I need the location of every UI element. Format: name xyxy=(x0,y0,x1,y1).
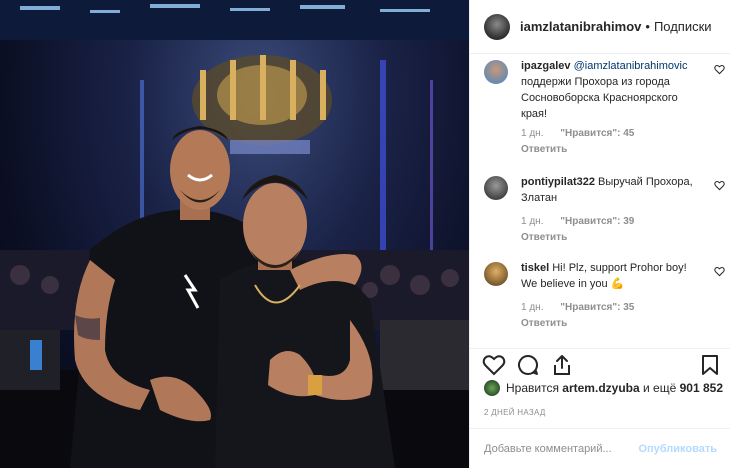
add-comment-bar: Добавьте комментарий... Опубликовать xyxy=(470,428,730,468)
commenter-avatar[interactable] xyxy=(484,262,508,286)
commenter-username[interactable]: ipazgalev xyxy=(521,60,571,72)
comment-likes-count[interactable]: "Нравится": 39 xyxy=(560,216,634,227)
reply-button[interactable]: Ответить xyxy=(521,318,567,329)
comments-list: ipazgalev @iamzlatanibrahimovic поддержи… xyxy=(470,54,730,348)
comment-meta: 1 дн. "Нравится": 35 xyxy=(521,302,648,313)
comment-body: ipazgalev @iamzlatanibrahimovic поддержи… xyxy=(521,58,706,122)
like-comment-heart-icon[interactable] xyxy=(714,266,725,277)
like-heart-icon[interactable] xyxy=(482,353,506,377)
commenter-username[interactable]: pontiypilat322 xyxy=(521,176,595,188)
comment-bubble-icon[interactable] xyxy=(516,353,540,377)
comment-text: поддержи Прохора из города Сосновоборска… xyxy=(521,76,678,120)
likes-prefix: Нравится xyxy=(506,381,559,395)
post-actions-bar xyxy=(470,348,730,378)
photo-illustration xyxy=(0,0,469,468)
comment-mention[interactable]: @iamzlatanibrahimovic xyxy=(574,60,688,72)
post-photo[interactable] xyxy=(0,0,469,468)
likes-count[interactable]: 901 852 xyxy=(680,381,723,395)
publish-button[interactable]: Опубликовать xyxy=(638,443,717,455)
liker-username[interactable]: artem.dzyuba xyxy=(562,381,639,395)
likes-middle: и ещё xyxy=(643,381,677,395)
like-comment-heart-icon[interactable] xyxy=(714,64,725,75)
post-header: iamzlatanibrahimov • Подписки xyxy=(470,0,730,54)
commenter-avatar[interactable] xyxy=(484,60,508,84)
comment-body: pontiypilat322 Выручай Прохора, Златан xyxy=(521,174,706,206)
follow-status-button[interactable]: Подписки xyxy=(654,19,712,34)
post-timestamp[interactable]: 2 ДНЕЙ НАЗАД xyxy=(484,408,546,417)
comment-likes-count[interactable]: "Нравится": 35 xyxy=(560,302,634,313)
likes-summary: Нравится artem.dzyuba и ещё 901 852 xyxy=(484,380,723,396)
commenter-username[interactable]: tiskel xyxy=(521,262,549,274)
share-icon[interactable] xyxy=(550,353,574,377)
comment-body: tiskel Hi! Plz, support Prohor boy! We b… xyxy=(521,260,706,292)
like-comment-heart-icon[interactable] xyxy=(714,180,725,191)
reply-button[interactable]: Ответить xyxy=(521,232,567,243)
commenter-avatar[interactable] xyxy=(484,176,508,200)
post-sidebar: iamzlatanibrahimov • Подписки ipazgalev … xyxy=(469,0,730,468)
comment-age: 1 дн. xyxy=(521,128,544,139)
comment-age: 1 дн. xyxy=(521,302,544,313)
reply-button[interactable]: Ответить xyxy=(521,144,567,155)
comment-meta: 1 дн. "Нравится": 39 xyxy=(521,216,648,227)
comment-meta: 1 дн. "Нравится": 45 xyxy=(521,128,648,139)
comment-age: 1 дн. xyxy=(521,216,544,227)
comment-input[interactable]: Добавьте комментарий... xyxy=(484,443,638,455)
liker-avatar[interactable] xyxy=(484,380,500,396)
author-username[interactable]: iamzlatanibrahimov xyxy=(520,19,641,34)
bookmark-icon[interactable] xyxy=(698,353,722,377)
header-separator: • xyxy=(645,19,650,34)
comment-likes-count[interactable]: "Нравится": 45 xyxy=(560,128,634,139)
author-avatar[interactable] xyxy=(484,13,510,40)
